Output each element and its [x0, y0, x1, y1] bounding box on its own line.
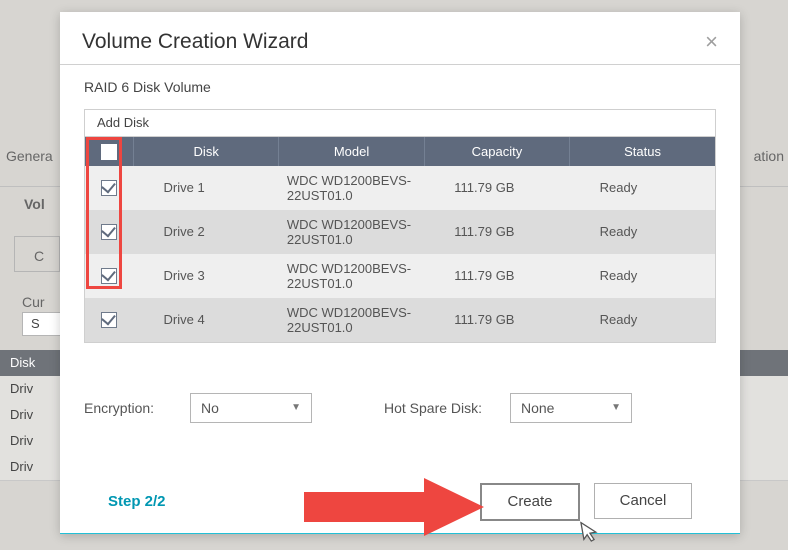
checkbox-icon[interactable] [101, 180, 117, 196]
cell-model: WDC WD1200BEVS-22UST01.0 [279, 210, 424, 254]
cell-disk: Drive 1 [134, 166, 279, 210]
column-capacity: Capacity [424, 137, 569, 166]
modal-header: Volume Creation Wizard × [60, 12, 740, 65]
cell-capacity: 111.79 GB [424, 298, 569, 342]
hot-spare-value: None [521, 400, 554, 416]
checkbox-icon[interactable] [101, 312, 117, 328]
encryption-label: Encryption: [84, 400, 174, 416]
cell-disk: Drive 2 [134, 210, 279, 254]
cell-disk: Drive 3 [134, 254, 279, 298]
table-row[interactable]: Drive 4 WDC WD1200BEVS-22UST01.0 111.79 … [85, 298, 715, 342]
chevron-down-icon: ▼ [291, 402, 301, 413]
modal-title: Volume Creation Wizard [82, 30, 308, 54]
options-row: Encryption: No ▼ Hot Spare Disk: None ▼ [84, 393, 716, 423]
cell-status: Ready [570, 298, 715, 342]
bg-ation-label: ation [754, 148, 784, 164]
cell-model: WDC WD1200BEVS-22UST01.0 [279, 254, 424, 298]
cell-model: WDC WD1200BEVS-22UST01.0 [279, 166, 424, 210]
cell-status: Ready [570, 254, 715, 298]
cell-capacity: 111.79 GB [424, 254, 569, 298]
cell-status: Ready [570, 166, 715, 210]
encryption-value: No [201, 400, 219, 416]
hot-spare-label: Hot Spare Disk: [384, 400, 494, 416]
bg-general-label: Genera [6, 148, 53, 164]
cancel-button[interactable]: Cancel [594, 483, 692, 519]
bg-cur: Cur [22, 294, 45, 310]
hot-spare-select[interactable]: None ▼ [510, 393, 632, 423]
volume-creation-wizard-modal: Volume Creation Wizard × RAID 6 Disk Vol… [60, 12, 740, 534]
modal-body: RAID 6 Disk Volume Add Disk Disk Model C… [60, 65, 740, 533]
bg-vol-tab: Vol [24, 196, 45, 212]
table-row[interactable]: Drive 2 WDC WD1200BEVS-22UST01.0 111.79 … [85, 210, 715, 254]
disk-table: Add Disk Disk Model Capacity Status Driv… [84, 109, 716, 343]
column-disk: Disk [134, 137, 279, 166]
encryption-select[interactable]: No ▼ [190, 393, 312, 423]
checkbox-icon[interactable] [101, 144, 117, 160]
table-row[interactable]: Drive 1 WDC WD1200BEVS-22UST01.0 111.79 … [85, 166, 715, 210]
cell-capacity: 111.79 GB [424, 210, 569, 254]
cell-status: Ready [570, 210, 715, 254]
volume-type-label: RAID 6 Disk Volume [84, 79, 716, 95]
modal-footer: Step 2/2 Create Cancel [84, 423, 716, 533]
cell-disk: Drive 4 [134, 298, 279, 342]
chevron-down-icon: ▼ [611, 402, 621, 413]
cell-capacity: 111.79 GB [424, 166, 569, 210]
cell-model: WDC WD1200BEVS-22UST01.0 [279, 298, 424, 342]
step-indicator: Step 2/2 [108, 493, 166, 510]
column-status: Status [570, 137, 715, 166]
table-row[interactable]: Drive 3 WDC WD1200BEVS-22UST01.0 111.79 … [85, 254, 715, 298]
checkbox-icon[interactable] [101, 224, 117, 240]
select-all-header[interactable] [85, 137, 134, 166]
close-icon[interactable]: × [705, 31, 718, 53]
add-disk-button[interactable]: Add Disk [85, 110, 715, 137]
create-button[interactable]: Create [480, 483, 580, 521]
accent-bar [60, 533, 740, 534]
column-model: Model [279, 137, 424, 166]
checkbox-icon[interactable] [101, 268, 117, 284]
